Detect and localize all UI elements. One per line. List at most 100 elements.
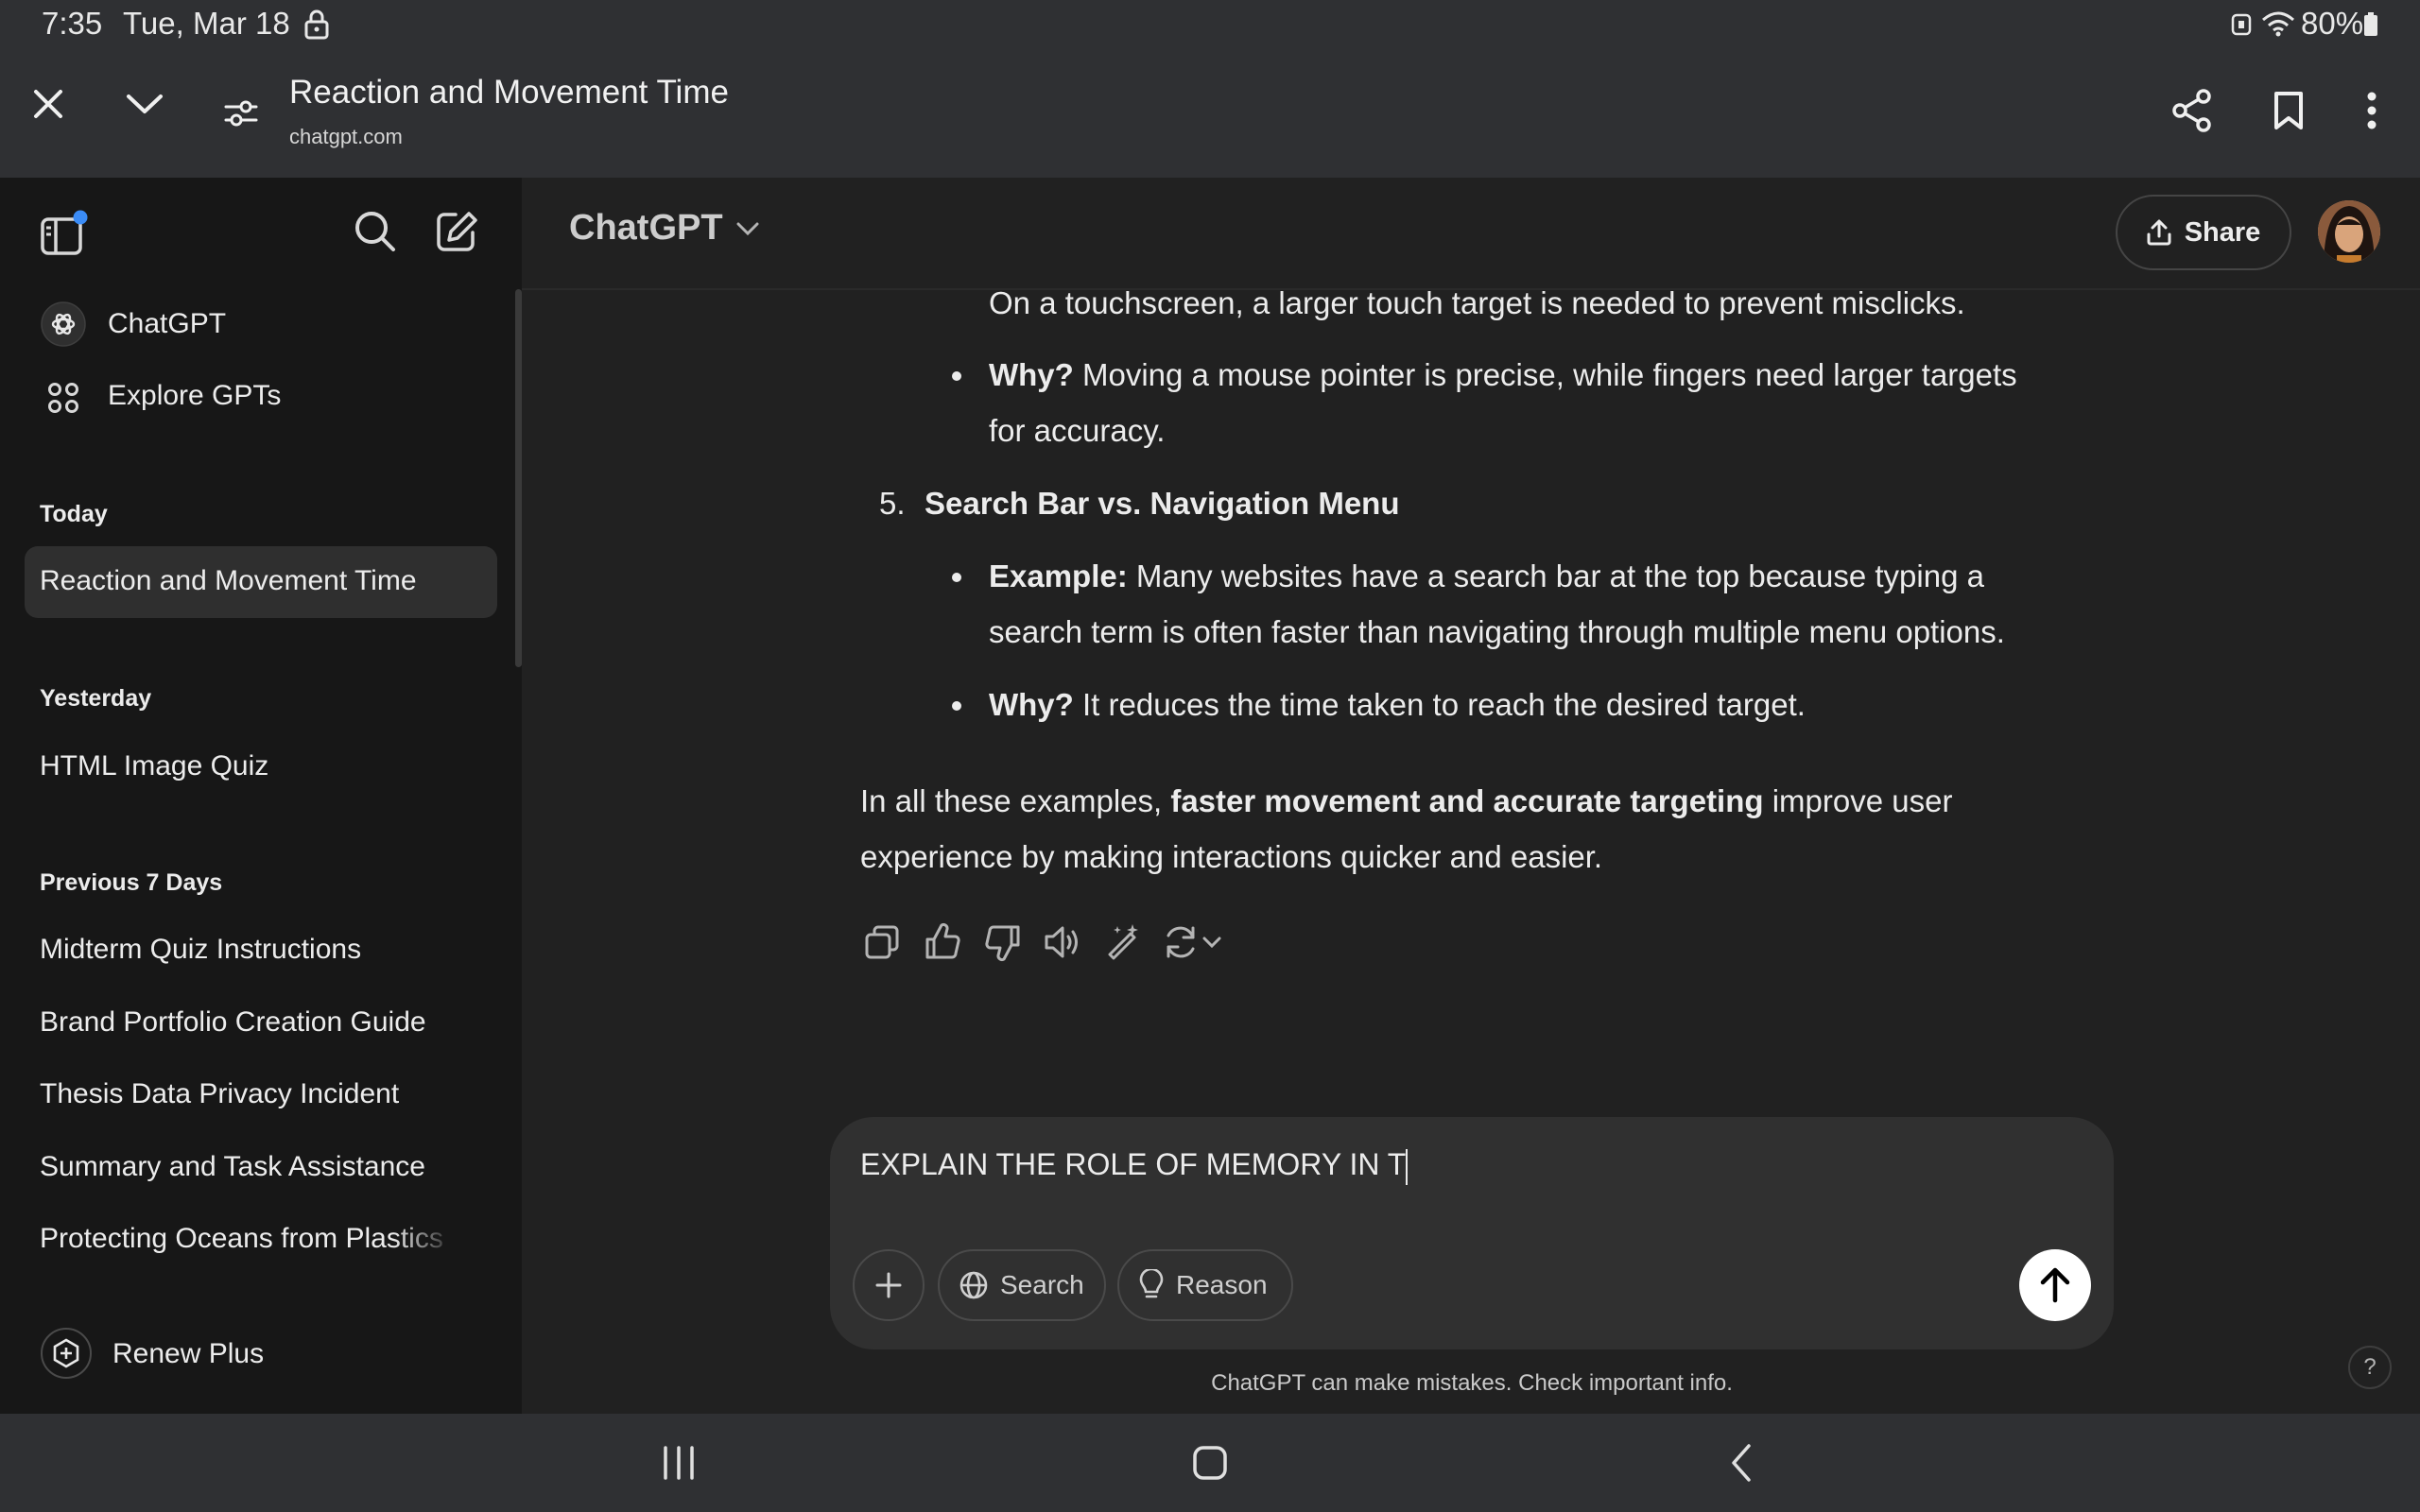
copy-button[interactable] bbox=[864, 924, 900, 960]
send-button[interactable] bbox=[2019, 1249, 2091, 1321]
sidebar-scrollbar[interactable] bbox=[515, 289, 522, 667]
chat-item[interactable]: Summary and Task Assistance bbox=[40, 1151, 425, 1183]
chat-item[interactable]: Reaction and Movement Time bbox=[40, 565, 417, 597]
minimize-button[interactable] bbox=[112, 71, 178, 137]
arrow-up-icon bbox=[2040, 1267, 2070, 1303]
section-label-previous-7-days: Previous 7 Days bbox=[40, 869, 223, 896]
thumbs-up-button[interactable] bbox=[925, 922, 960, 960]
inline-text: Many websites have a search bar at the t… bbox=[1127, 558, 1984, 593]
bold-label: Why? bbox=[989, 687, 1074, 722]
renew-plus-label: Renew Plus bbox=[112, 1338, 265, 1369]
chat-item[interactable]: HTML Image Quiz bbox=[40, 750, 268, 782]
page-url: chatgpt.com bbox=[289, 125, 403, 148]
more-options-button[interactable] bbox=[2339, 77, 2405, 144]
prompt-text: EXPLAIN THE ROLE OF MEMORY IN T bbox=[860, 1147, 1407, 1181]
chat-item[interactable]: Thesis Data Privacy Incident bbox=[40, 1078, 399, 1110]
regenerate-button[interactable] bbox=[1163, 924, 1221, 960]
bullet bbox=[952, 701, 961, 711]
reason-label: Reason bbox=[1176, 1270, 1268, 1299]
help-button[interactable]: ? bbox=[2348, 1346, 2392, 1389]
sidebar-item-label: Explore GPTs bbox=[108, 380, 282, 411]
new-chat-button[interactable] bbox=[435, 210, 478, 253]
help-label: ? bbox=[2363, 1354, 2377, 1380]
share-icon bbox=[2172, 89, 2211, 132]
search-chats-button[interactable] bbox=[354, 210, 397, 253]
search-toggle-button[interactable]: Search bbox=[938, 1249, 1106, 1321]
plus-badge-icon bbox=[41, 1328, 92, 1379]
tune-icon bbox=[224, 100, 258, 127]
inline-text: In all these examples, bbox=[860, 783, 1171, 818]
openai-logo-icon bbox=[41, 301, 86, 347]
avatar-image bbox=[2318, 200, 2380, 263]
back-button[interactable] bbox=[1719, 1442, 1768, 1484]
share-label: Share bbox=[2184, 216, 2261, 248]
section-label-yesterday: Yesterday bbox=[40, 685, 152, 712]
inline-text: improve user bbox=[1763, 783, 1953, 818]
chat-item[interactable]: Brand Portfolio Creation Guide bbox=[40, 1006, 426, 1039]
message-composer: EXPLAIN THE ROLE OF MEMORY IN T Search R… bbox=[830, 1117, 2114, 1349]
recent-apps-button[interactable] bbox=[652, 1442, 705, 1484]
status-bar: 7:35 Tue, Mar 18 80% bbox=[0, 0, 2420, 49]
refresh-icon bbox=[1167, 926, 1195, 958]
status-time: 7:35 bbox=[42, 6, 103, 41]
share-chat-button[interactable]: Share bbox=[2116, 195, 2291, 270]
bold-label: Example: bbox=[989, 558, 1128, 593]
home-button[interactable] bbox=[1185, 1442, 1235, 1484]
plus-icon bbox=[875, 1272, 902, 1298]
browser-toolbar: Reaction and Movement Time chatgpt.com bbox=[0, 49, 2420, 178]
alarm-icon bbox=[2231, 12, 2252, 37]
bookmark-icon bbox=[2274, 92, 2303, 129]
speaker-icon bbox=[1045, 926, 1078, 958]
close-tab-button[interactable] bbox=[15, 71, 81, 137]
bookmark-button[interactable] bbox=[2256, 77, 2322, 144]
search-icon bbox=[355, 212, 395, 251]
message-line: On a touchscreen, a larger touch target … bbox=[989, 285, 1965, 320]
page-title: Reaction and Movement Time bbox=[289, 74, 729, 111]
bullet bbox=[952, 573, 961, 582]
thumbs-down-button[interactable] bbox=[985, 924, 1021, 962]
chevron-down-icon bbox=[1202, 936, 1221, 948]
recents-icon bbox=[664, 1446, 694, 1480]
attach-button[interactable] bbox=[853, 1249, 925, 1321]
model-name: ChatGPT bbox=[569, 208, 723, 248]
chevron-down-icon bbox=[127, 94, 163, 113]
message-line: search term is often faster than navigat… bbox=[989, 614, 2005, 649]
edit-in-canvas-button[interactable] bbox=[1104, 922, 1142, 960]
status-date: Tue, Mar 18 bbox=[123, 6, 290, 41]
lock-icon bbox=[302, 9, 331, 41]
edit-icon bbox=[437, 212, 477, 251]
battery-percent: 80% bbox=[2301, 6, 2364, 41]
message-line: experience by making interactions quicke… bbox=[860, 839, 1603, 874]
page-settings-button[interactable] bbox=[208, 80, 274, 146]
chevron-down-icon bbox=[736, 222, 759, 235]
home-icon bbox=[1193, 1446, 1227, 1480]
list-number: 5. bbox=[879, 486, 906, 521]
chat-item[interactable]: Protecting Oceans from Plastics bbox=[40, 1223, 456, 1255]
share-page-button[interactable] bbox=[2159, 77, 2225, 144]
message-line: for accuracy. bbox=[989, 413, 1166, 448]
more-vert-icon bbox=[2367, 92, 2377, 129]
close-icon bbox=[34, 90, 62, 118]
wifi-icon bbox=[2261, 10, 2295, 37]
avatar[interactable] bbox=[2318, 200, 2380, 263]
model-selector[interactable]: ChatGPT bbox=[569, 208, 759, 249]
bullet bbox=[952, 371, 961, 381]
message-line: Why? It reduces the time taken to reach … bbox=[989, 687, 1806, 723]
bold-label: faster movement and accurate targeting bbox=[1170, 783, 1764, 818]
prompt-input[interactable]: EXPLAIN THE ROLE OF MEMORY IN T bbox=[860, 1147, 1409, 1185]
battery-icon bbox=[2363, 12, 2378, 37]
magic-pen-icon bbox=[1108, 924, 1138, 960]
message-line: In all these examples, faster movement a… bbox=[860, 783, 1952, 819]
message-line: Why? Moving a mouse pointer is precise, … bbox=[989, 357, 2017, 393]
sidebar: ChatGPT Explore GPTs Today Reaction and … bbox=[0, 178, 522, 1414]
globe-icon bbox=[959, 1271, 988, 1299]
reason-toggle-button[interactable]: Reason bbox=[1117, 1249, 1293, 1321]
toggle-sidebar-button[interactable] bbox=[40, 210, 89, 257]
grid-icon bbox=[48, 383, 78, 413]
sidebar-item-label: ChatGPT bbox=[108, 308, 227, 339]
inline-text: Moving a mouse pointer is precise, while… bbox=[1073, 357, 2017, 392]
text-cursor bbox=[1406, 1148, 1409, 1185]
upload-icon bbox=[2147, 219, 2171, 246]
read-aloud-button[interactable] bbox=[1044, 924, 1081, 960]
chat-item[interactable]: Midterm Quiz Instructions bbox=[40, 934, 361, 966]
